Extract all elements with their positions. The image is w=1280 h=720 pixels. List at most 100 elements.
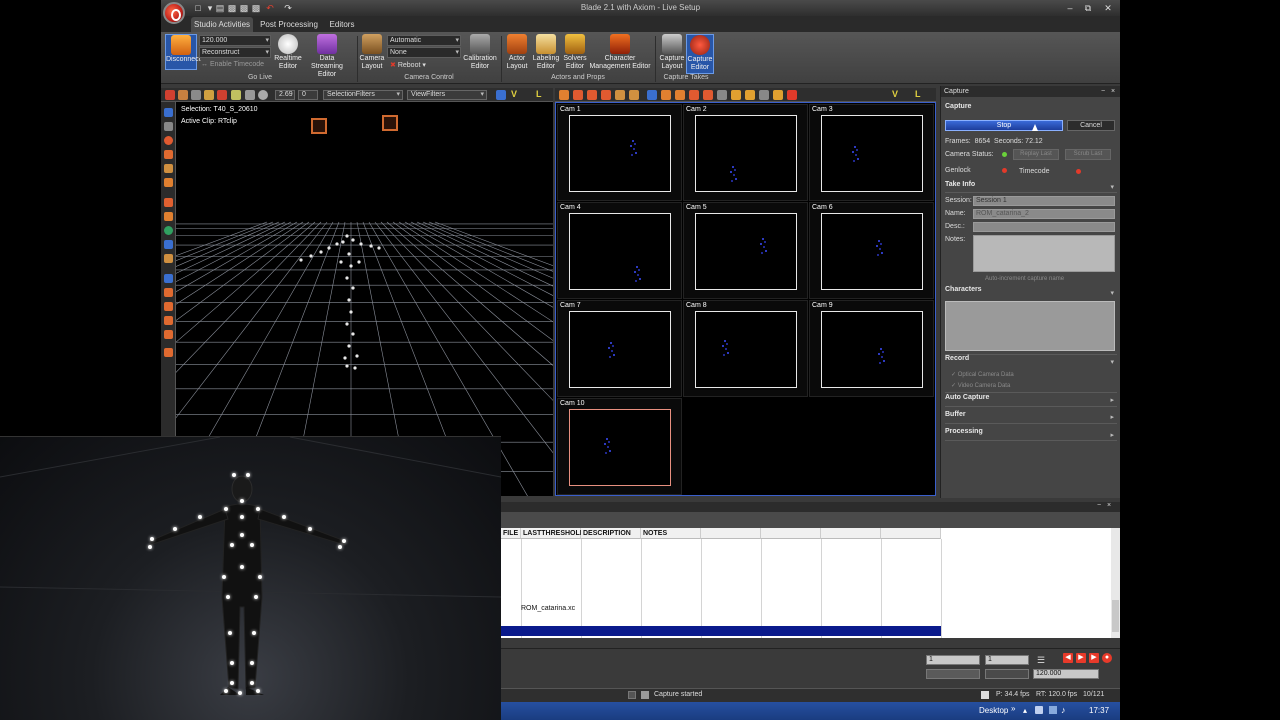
column-header-empty[interactable] <box>821 528 881 539</box>
pin-icon[interactable]: − <box>1097 502 1101 509</box>
column-header-empty[interactable] <box>701 528 761 539</box>
curve-tool-icon[interactable] <box>164 288 173 297</box>
cam-tool-icon[interactable] <box>661 90 671 100</box>
chevron-right-icon[interactable]: ▸ <box>1110 431 1114 439</box>
cam-tool-icon[interactable] <box>587 90 597 100</box>
segment-tool-icon[interactable] <box>245 90 255 100</box>
selection-filters-dropdown[interactable]: SelectionFilters <box>323 90 403 100</box>
actor-layout-button[interactable]: Actor Layout <box>503 34 531 74</box>
camera-view-8[interactable]: Cam 8 <box>683 300 808 397</box>
cam-tool-icon[interactable] <box>773 90 783 100</box>
chevron-right-icon[interactable]: ▸ <box>1110 413 1114 421</box>
sphere-tool-icon[interactable] <box>258 90 268 100</box>
marker-tool-icon[interactable] <box>164 198 173 207</box>
play-icon[interactable]: ▶ <box>1076 653 1086 663</box>
link-tool-icon[interactable] <box>164 316 173 325</box>
optical-marker[interactable] <box>347 298 351 302</box>
reboot-button[interactable]: ✖ Reboot ▾ <box>390 61 426 69</box>
reconstruct-combo[interactable]: Reconstruct <box>199 47 271 58</box>
rate-combo[interactable]: 120.000 <box>199 35 271 46</box>
capture-editor-button[interactable]: Capture Editor <box>686 34 714 74</box>
cameras-v-toggle[interactable]: V <box>892 89 898 99</box>
minimize-icon[interactable]: – <box>1063 2 1077 14</box>
camera-view-10[interactable]: Cam 10 <box>557 398 682 495</box>
panel-close-icon[interactable]: × <box>1107 502 1111 509</box>
chevron-down-icon[interactable]: ▾ <box>1110 289 1114 297</box>
camera-layout-button[interactable]: Camera Layout <box>359 34 385 74</box>
optical-marker[interactable] <box>345 276 349 280</box>
camera-view-icon[interactable] <box>496 90 506 100</box>
timeline-field[interactable] <box>985 669 1029 679</box>
buffer-title[interactable]: Buffer <box>945 411 966 418</box>
cam-tool-icon[interactable] <box>759 90 769 100</box>
optical-camera-data-checkbox[interactable]: ✓ Optical Camera Data <box>951 371 1014 378</box>
optical-marker[interactable] <box>359 242 363 246</box>
take-info-title[interactable]: Take Info <box>945 181 975 188</box>
bone-tool-icon[interactable] <box>164 178 173 187</box>
cam-tool-icon[interactable] <box>615 90 625 100</box>
column-header-notes[interactable]: NOTES <box>641 528 701 539</box>
column-header-empty[interactable] <box>881 528 941 539</box>
frame-field[interactable]: 2.69 <box>275 90 295 100</box>
select-tool-icon[interactable] <box>165 90 175 100</box>
cancel-button[interactable]: Cancel <box>1067 120 1115 131</box>
timeline-rate-field[interactable]: 120.000 <box>1033 669 1099 679</box>
camera-view-6[interactable]: Cam 6 <box>809 202 934 299</box>
cam-tool-icon[interactable] <box>559 90 569 100</box>
stop-button[interactable]: Stop <box>945 120 1063 131</box>
realtime-editor-button[interactable]: Realtime Editor <box>271 34 305 74</box>
rotate-tool-icon[interactable] <box>191 90 201 100</box>
disconnect-button[interactable]: Disconnect <box>165 34 201 70</box>
panel-close-icon[interactable]: × <box>1111 86 1115 97</box>
cam-tool-icon[interactable] <box>647 90 657 100</box>
desktop-toolbar[interactable]: Desktop <box>979 706 1008 715</box>
grid-tool-icon[interactable] <box>164 240 173 249</box>
cam-tool-icon[interactable] <box>675 90 685 100</box>
timeline-start-field[interactable]: 1 <box>926 655 980 665</box>
table-scrollbar[interactable] <box>1111 528 1120 638</box>
rotate-tool-icon[interactable] <box>164 136 173 145</box>
replay-last-button[interactable]: Replay Last <box>1013 149 1059 160</box>
camera-view-5[interactable]: Cam 5 <box>683 202 808 299</box>
column-header-file[interactable]: FILE <box>501 528 521 539</box>
scrollbar-thumb[interactable] <box>1112 600 1119 632</box>
viewport-l-toggle[interactable]: L <box>536 89 542 99</box>
tab-post-processing[interactable]: Post Processing <box>259 17 319 32</box>
go-to-end-icon[interactable]: ▶ <box>1089 653 1099 663</box>
list-icon[interactable]: ☰ <box>1037 655 1045 666</box>
wand-tool-icon[interactable] <box>164 254 173 263</box>
viewport-v-toggle[interactable]: V <box>511 89 517 99</box>
auto-capture-title[interactable]: Auto Capture <box>945 394 989 401</box>
scrub-last-button[interactable]: Scrub Last <box>1065 149 1111 160</box>
chain-tool-icon[interactable] <box>164 330 173 339</box>
tab-studio-activities[interactable]: Studio Activities <box>191 17 253 32</box>
tab-editors[interactable]: Editors <box>325 17 359 32</box>
clock[interactable]: 17:37 <box>1089 706 1109 715</box>
optical-marker[interactable] <box>345 234 349 238</box>
optical-marker[interactable] <box>351 238 355 242</box>
globe-tool-icon[interactable] <box>164 226 173 235</box>
camera-mode-combo[interactable]: Automatic <box>387 35 461 46</box>
optical-marker[interactable] <box>369 244 373 248</box>
table-cell-lastthreshold[interactable]: ROM_catarina.xc <box>521 605 575 612</box>
camera-view-9[interactable]: Cam 9 <box>809 300 934 397</box>
camera-tool-icon[interactable] <box>164 274 173 283</box>
solvers-editor-button[interactable]: Solvers Editor <box>561 34 589 74</box>
filter-tool-icon[interactable] <box>231 90 241 100</box>
enable-timecode-button[interactable]: ↔ Enable Timecode <box>201 61 264 68</box>
camera-view-7[interactable]: Cam 7 <box>557 300 682 397</box>
tray-arrow-icon[interactable]: ▴ <box>1023 706 1027 715</box>
optical-marker[interactable] <box>353 366 357 370</box>
optical-marker[interactable] <box>351 332 355 336</box>
optical-marker[interactable] <box>327 246 331 250</box>
optical-marker[interactable] <box>357 260 361 264</box>
optical-marker[interactable] <box>345 322 349 326</box>
camera-view-1[interactable]: Cam 1 <box>557 104 682 201</box>
optical-marker[interactable] <box>309 254 313 258</box>
optical-marker[interactable] <box>319 250 323 254</box>
maximize-icon[interactable]: ⧉ <box>1081 2 1095 14</box>
cam-tool-icon[interactable] <box>601 90 611 100</box>
app-logo[interactable] <box>163 2 185 24</box>
capture-layout-button[interactable]: Capture Layout <box>658 34 686 74</box>
cam-tool-icon[interactable] <box>629 90 639 100</box>
